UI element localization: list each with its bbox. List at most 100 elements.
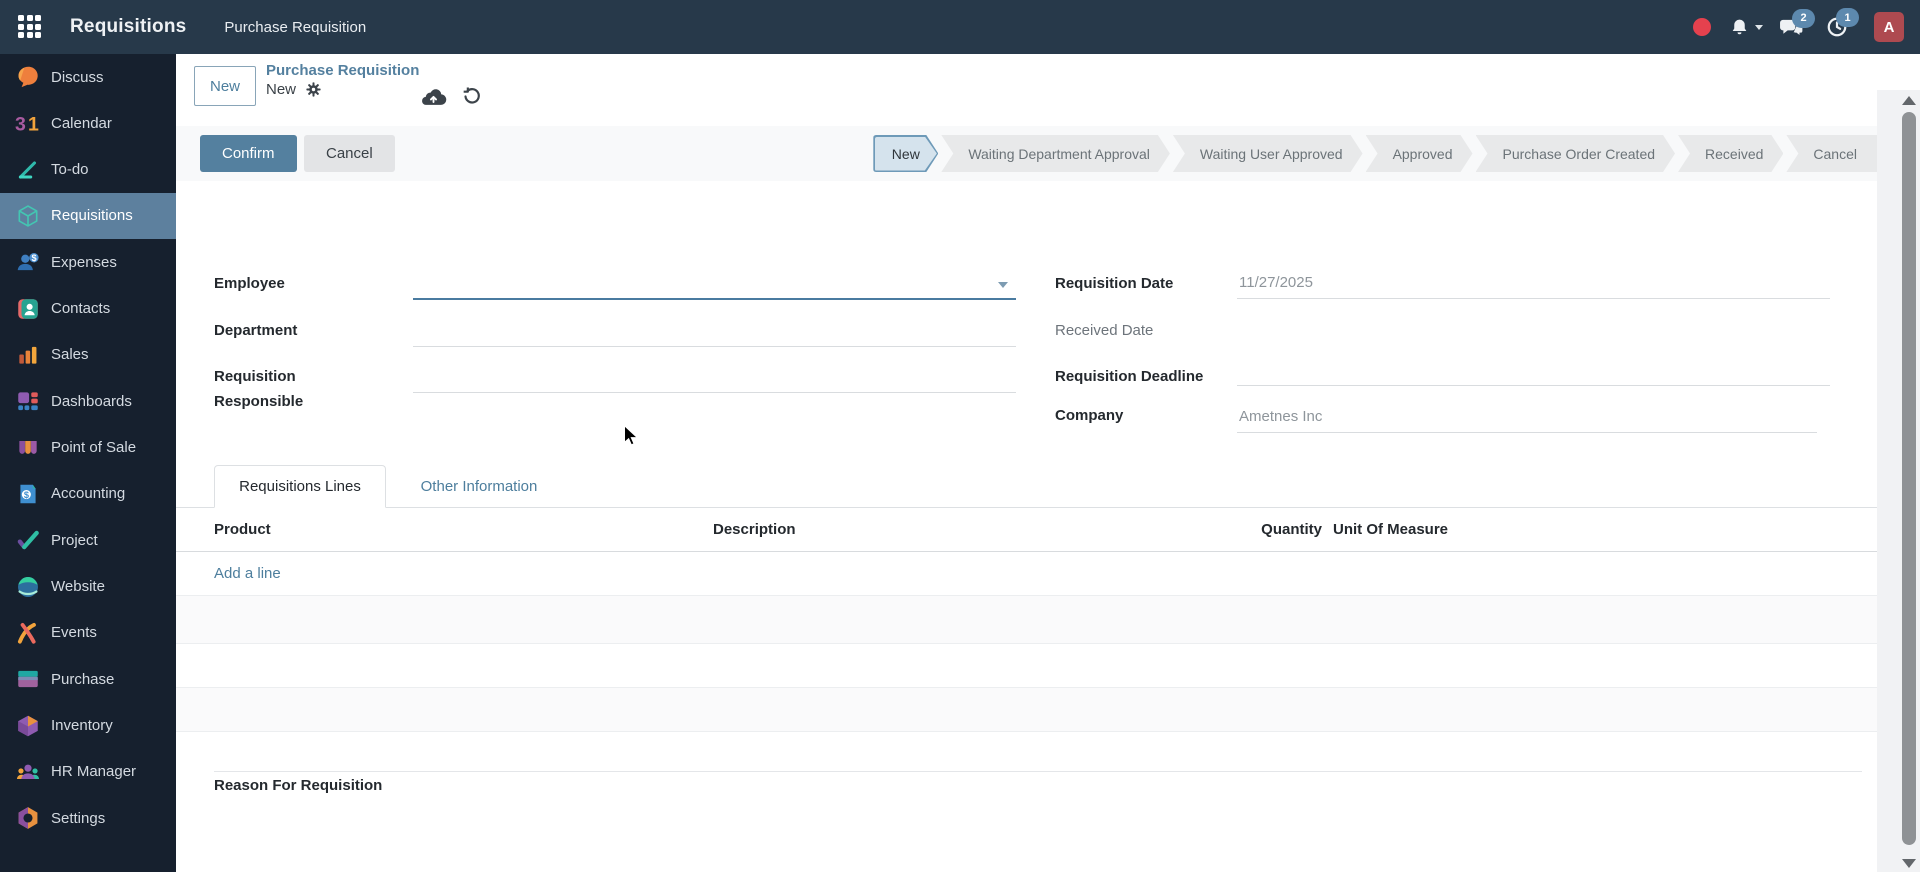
save-cloud-icon[interactable] — [420, 86, 447, 106]
sidebar-item-settings[interactable]: Settings — [0, 795, 176, 841]
gear-icon[interactable] — [305, 81, 322, 98]
breadcrumb: Purchase Requisition New — [266, 62, 419, 98]
status-stage-waiting-user-approved[interactable]: Waiting User Approved — [1173, 135, 1363, 172]
sidebar-item-inventory[interactable]: Inventory — [0, 703, 176, 749]
requisition-deadline-label: Requisition Deadline — [1055, 368, 1204, 385]
discuss-icon — [15, 64, 41, 90]
scroll-down-arrow[interactable] — [1902, 859, 1916, 868]
status-stage-cancel[interactable]: Cancel — [1786, 135, 1877, 172]
discard-undo-icon[interactable] — [462, 86, 482, 106]
breadcrumb-row: New Purchase Requisition New — [176, 54, 1877, 127]
sidebar-item-calendar[interactable]: 3 1 Calendar — [0, 100, 176, 146]
tab-requisitions-lines[interactable]: Requisitions Lines — [214, 465, 386, 508]
svg-text:$: $ — [24, 490, 29, 500]
activities-badge: 1 — [1836, 8, 1859, 27]
employee-field[interactable] — [413, 298, 1016, 300]
sidebar-item-label: HR Manager — [51, 763, 137, 781]
cancel-button[interactable]: Cancel — [304, 135, 395, 172]
sidebar-item-purchase[interactable]: Purchase — [0, 656, 176, 702]
sidebar-item-expenses[interactable]: $ Expenses — [0, 239, 176, 285]
employee-dropdown-caret-icon[interactable] — [998, 282, 1008, 288]
todo-icon — [15, 157, 41, 183]
status-stage-waiting-department-approval[interactable]: Waiting Department Approval — [941, 135, 1170, 172]
notebook-tabs: Requisitions Lines Other Information — [176, 465, 1877, 508]
sidebar-item-dashboards[interactable]: Dashboards — [0, 378, 176, 424]
sales-icon — [15, 342, 41, 368]
sidebar-item-label: Settings — [51, 809, 106, 827]
expenses-icon: $ — [15, 249, 41, 275]
sidebar: Discuss 3 1 Calendar To-do Requisitions $ Expen… — [0, 54, 176, 872]
scrollbar-thumb[interactable] — [1902, 112, 1916, 845]
requisition-date-field[interactable] — [1237, 298, 1830, 299]
add-a-line-link[interactable]: Add a line — [214, 565, 281, 582]
sidebar-item-label: Requisitions — [51, 207, 133, 225]
sidebar-item-label: Sales — [51, 346, 89, 364]
reason-for-requisition-label: Reason For Requisition — [214, 777, 383, 794]
svg-text:1: 1 — [28, 114, 39, 136]
status-stage-received[interactable]: Received — [1678, 135, 1783, 172]
column-unit-of-measure: Unit Of Measure — [1333, 521, 1449, 538]
sidebar-item-label: Dashboards — [51, 392, 132, 410]
department-field[interactable] — [413, 346, 1016, 347]
activities-clock-icon[interactable]: 1 — [1826, 8, 1859, 38]
events-icon — [15, 620, 41, 646]
user-avatar[interactable]: A — [1874, 12, 1904, 42]
department-label: Department — [214, 322, 298, 339]
breadcrumb-parent-link[interactable]: Purchase Requisition — [266, 62, 419, 79]
accounting-icon: $ — [15, 481, 41, 507]
employee-label: Employee — [214, 275, 285, 292]
new-record-button[interactable]: New — [194, 66, 256, 106]
company-field[interactable] — [1237, 432, 1817, 433]
sidebar-item-project[interactable]: Project — [0, 517, 176, 563]
action-row: Confirm Cancel New Waiting Department App… — [176, 126, 1877, 182]
company-value[interactable]: Ametnes Inc — [1239, 408, 1322, 425]
requisition-responsible-field[interactable] — [413, 392, 1016, 393]
menu-purchase-requisition[interactable]: Purchase Requisition — [224, 19, 366, 36]
notifications-bell-icon[interactable] — [1729, 17, 1763, 38]
svg-text:3: 3 — [15, 114, 26, 136]
column-description: Description — [713, 521, 796, 538]
top-navbar: Requisitions Purchase Requisition 2 1 A — [0, 0, 1920, 54]
sidebar-item-discuss[interactable]: Discuss — [0, 54, 176, 100]
scroll-up-arrow[interactable] — [1902, 96, 1916, 105]
status-stage-purchase-order-created[interactable]: Purchase Order Created — [1476, 135, 1676, 172]
status-stage-approved[interactable]: Approved — [1366, 135, 1473, 172]
inventory-icon — [15, 713, 41, 739]
sidebar-item-label: Contacts — [51, 300, 111, 318]
received-date-label: Received Date — [1055, 322, 1154, 339]
section-divider — [214, 771, 1862, 772]
sidebar-item-label: Inventory — [51, 717, 113, 735]
sidebar-item-website[interactable]: Website — [0, 564, 176, 610]
sidebar-item-requisitions[interactable]: Requisitions — [0, 192, 176, 239]
status-stage-new[interactable]: New — [873, 135, 938, 172]
app-name[interactable]: Requisitions — [70, 16, 186, 38]
table-empty-row — [176, 687, 1877, 732]
requisitions-icon — [15, 203, 41, 229]
requisition-date-value[interactable]: 11/27/2025 — [1239, 274, 1313, 291]
breadcrumb-current: New — [266, 81, 297, 98]
vertical-scrollbar — [1877, 90, 1920, 872]
sidebar-item-label: To-do — [51, 161, 89, 179]
apps-menu-icon[interactable] — [18, 15, 42, 39]
messages-icon[interactable]: 2 — [1779, 8, 1815, 38]
sidebar-item-hr-manager[interactable]: HR Manager — [0, 749, 176, 795]
chevron-down-icon — [1755, 24, 1763, 30]
messages-badge: 2 — [1792, 8, 1815, 28]
confirm-button[interactable]: Confirm — [200, 135, 297, 172]
column-quantity: Quantity — [1261, 521, 1322, 538]
settings-icon — [15, 805, 41, 831]
sidebar-item-contacts[interactable]: Contacts — [0, 286, 176, 332]
recording-indicator-dot — [1693, 18, 1711, 36]
status-stage-label: New — [875, 137, 937, 171]
table-empty-row — [176, 595, 1877, 644]
company-label: Company — [1055, 407, 1124, 424]
sidebar-item-events[interactable]: Events — [0, 610, 176, 656]
sidebar-item-accounting[interactable]: $ Accounting — [0, 471, 176, 517]
sidebar-item-to-do[interactable]: To-do — [0, 147, 176, 193]
dashboards-icon — [15, 388, 41, 414]
sidebar-item-sales[interactable]: Sales — [0, 332, 176, 378]
sidebar-item-label: Events — [51, 624, 97, 642]
sidebar-item-point-of-sale[interactable]: Point of Sale — [0, 425, 176, 471]
tab-other-information[interactable]: Other Information — [404, 465, 554, 508]
requisition-deadline-field[interactable] — [1237, 385, 1830, 386]
